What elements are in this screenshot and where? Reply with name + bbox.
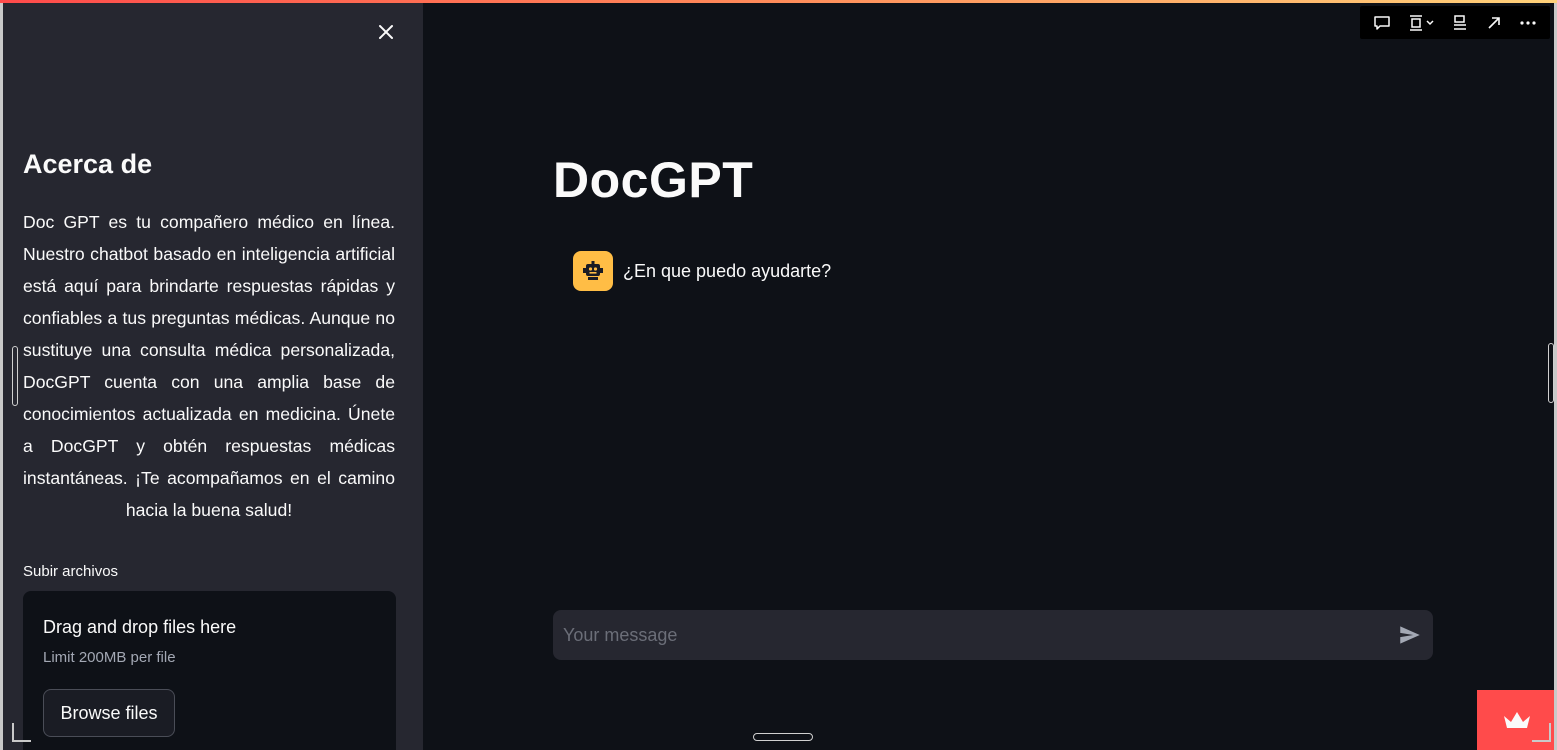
comment-icon[interactable]	[1366, 8, 1398, 38]
dropzone-limit: Limit 200MB per file	[43, 649, 176, 666]
browse-files-button[interactable]: Browse files	[43, 689, 175, 737]
send-icon[interactable]	[1397, 622, 1423, 648]
sidebar-resize-handle[interactable]	[12, 346, 18, 406]
main-area: DocGPT ¿En que puedo ayudarte?	[423, 3, 1557, 750]
chat-message-assistant: ¿En que puedo ayudarte?	[573, 251, 831, 291]
bottom-resize-handle[interactable]	[753, 733, 813, 741]
layout-icon[interactable]	[1400, 8, 1442, 38]
resize-corner-icon	[12, 723, 31, 742]
more-icon[interactable]	[1512, 8, 1544, 38]
about-text: Doc GPT es tu compañero médico en línea.…	[23, 212, 395, 520]
sidebar: Acerca de Doc GPT es tu compañero médico…	[3, 3, 423, 750]
open-external-icon[interactable]	[1478, 8, 1510, 38]
chevron-down-icon[interactable]	[1425, 18, 1435, 28]
crown-icon	[1504, 712, 1530, 728]
top-accent-bar	[0, 0, 1557, 3]
file-dropzone[interactable]: Drag and drop files here Limit 200MB per…	[23, 591, 396, 750]
upload-label: Subir archivos	[23, 563, 119, 580]
sidebar-heading: Acerca de	[23, 149, 153, 179]
toolbar	[1360, 6, 1550, 39]
dropzone-title: Drag and drop files here	[43, 617, 237, 637]
chat-input[interactable]	[563, 610, 1383, 660]
align-icon[interactable]	[1444, 8, 1476, 38]
chat-input-container	[553, 610, 1433, 660]
resize-corner-icon	[1532, 723, 1551, 742]
robot-icon	[573, 251, 613, 291]
page-title: DocGPT	[553, 152, 754, 208]
close-icon[interactable]	[374, 20, 398, 44]
chat-message-text: ¿En que puedo ayudarte?	[623, 260, 832, 281]
